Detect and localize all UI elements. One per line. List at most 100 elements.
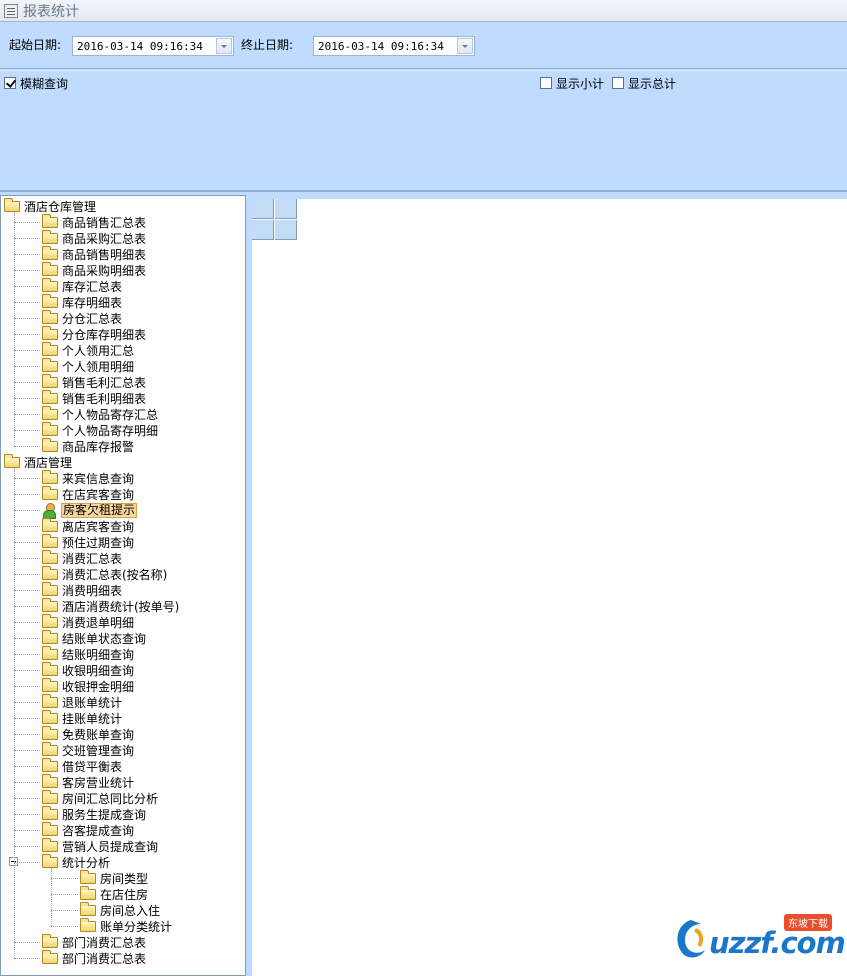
tree-item[interactable]: 库存明细表 [42,293,123,310]
tree-item[interactable]: 个人领用明细 [42,357,135,374]
tree-item[interactable]: 借贷平衡表 [42,757,123,774]
start-date-picker[interactable]: 2016-03-14 09:16:34 [72,36,234,56]
show-total-checkbox[interactable]: 显示总计 [612,76,676,91]
tree-connector [51,910,78,911]
tree-item-label: 统计分析 [62,855,111,870]
tree-item-label: 消费明细表 [62,583,123,598]
tree-item[interactable]: 营销人员提成查询 [42,837,159,854]
chevron-down-icon[interactable] [457,38,473,54]
grid-row-header-cell[interactable] [252,220,274,240]
tree-item[interactable]: 消费汇总表 [42,549,123,566]
tree-item[interactable]: 商品销售汇总表 [42,213,147,230]
tree-item[interactable]: 房间类型 [80,869,149,886]
tree-connector [14,398,40,399]
tree-connector [14,846,40,847]
tree-item[interactable]: 房间总入住 [80,901,161,918]
folder-icon [42,517,58,532]
tree-connector [14,638,40,639]
tree-item[interactable]: 商品销售明细表 [42,245,147,262]
tree-item[interactable]: 在店宾客查询 [42,485,135,502]
tree-group-node[interactable]: 统计分析 [42,853,111,870]
tree-item[interactable]: 账单分类统计 [80,917,173,934]
tree-item-label: 分仓汇总表 [62,311,123,326]
tree-item[interactable]: 销售毛利汇总表 [42,373,147,390]
tree-connector [14,222,40,223]
tree-item[interactable]: 结账单状态查询 [42,629,147,646]
tree-item[interactable]: 来宾信息查询 [42,469,135,486]
tree-connector [14,686,40,687]
folder-icon [42,789,58,804]
folder-icon [42,661,58,676]
grid-header-cell[interactable] [275,199,297,219]
folder-icon [80,901,96,916]
tree-item-label: 库存汇总表 [62,279,123,294]
tree-item[interactable]: 消费汇总表(按名称) [42,565,168,582]
checkbox-icon[interactable] [540,77,552,89]
tree-item[interactable]: 挂账单统计 [42,709,123,726]
tree-item-label: 商品采购明细表 [62,263,147,278]
tree-item-label: 房间总入住 [100,903,161,918]
tree-item[interactable]: 消费退单明细 [42,613,135,630]
tree-item[interactable]: 个人物品寄存汇总 [42,405,159,422]
tree-connector [14,350,40,351]
tree-item-label: 库存明细表 [62,295,123,310]
tree-item[interactable]: 交班管理查询 [42,741,135,758]
tree-item[interactable]: 客房营业统计 [42,773,135,790]
tree-item[interactable]: 个人领用汇总 [42,341,135,358]
tree-item[interactable]: 部门消费汇总表 [42,949,147,966]
tree-item[interactable]: 部门消费汇总表 [42,933,147,950]
tree-connector [14,446,40,447]
tree-item-label: 账单分类统计 [100,919,173,934]
tree-item[interactable]: 销售毛利明细表 [42,389,147,406]
tree-item[interactable]: 商品采购明细表 [42,261,147,278]
tree-item[interactable]: 商品库存报警 [42,437,135,454]
tree-item[interactable]: 分仓库存明细表 [42,325,147,342]
tree-connector [14,238,40,239]
tree-connector [14,606,40,607]
tree-connector [51,878,78,879]
tree-item[interactable]: 库存汇总表 [42,277,123,294]
tree-connector [14,830,40,831]
tree-item[interactable]: 免费账单查询 [42,725,135,742]
checkbox-icon[interactable] [612,77,624,89]
report-grid[interactable] [248,195,847,976]
tree-item[interactable]: 退账单统计 [42,693,123,710]
report-window-icon [4,3,18,18]
tree-item[interactable]: 收银押金明细 [42,677,135,694]
checkbox-checked-icon[interactable] [4,77,16,89]
report-tree[interactable]: 酒店仓库管理 商品销售汇总表 商品采购汇总表 商品销售明细表 商品采购明细表 库存汇总表库… [0,195,246,976]
tree-item[interactable]: 服务生提成查询 [42,805,147,822]
tree-item[interactable]: 结账明细查询 [42,645,135,662]
grid-cell[interactable] [275,220,297,240]
tree-item-label: 收银明细查询 [62,663,135,678]
tree-item[interactable]: 个人物品寄存明细 [42,421,159,438]
tree-item-label: 预住过期查询 [62,535,135,550]
tree-item[interactable]: 咨客提成查询 [42,821,135,838]
tree-item-label: 咨客提成查询 [62,823,135,838]
folder-icon [42,645,58,660]
tree-item-label: 收银押金明细 [62,679,135,694]
folder-icon [80,917,96,932]
tree-item[interactable]: 酒店消费统计(按单号) [42,597,180,614]
end-date-picker[interactable]: 2016-03-14 09:16:34 [313,36,475,56]
tree-item-label: 商品采购汇总表 [62,231,147,246]
tree-item-label: 来宾信息查询 [62,471,135,486]
fuzzy-query-checkbox[interactable]: 模糊查询 [4,76,68,91]
tree-item[interactable]: 消费明细表 [42,581,123,598]
chevron-down-icon[interactable] [216,38,232,54]
show-subtotal-checkbox[interactable]: 显示小计 [540,76,604,91]
tree-item-label: 酒店消费统计(按单号) [62,599,180,614]
tree-item[interactable]: 离店宾客查询 [42,517,135,534]
tree-item[interactable]: 房客欠租提示 [42,502,138,519]
folder-icon [42,533,58,548]
tree-item[interactable]: 分仓汇总表 [42,309,123,326]
tree-group-node[interactable]: 酒店仓库管理 [4,197,97,214]
tree-connector [14,590,40,591]
tree-item[interactable]: 收银明细查询 [42,661,135,678]
tree-connector [14,510,40,511]
folder-icon [4,197,20,212]
tree-item[interactable]: 商品采购汇总表 [42,229,147,246]
tree-item[interactable]: 预住过期查询 [42,533,135,550]
tree-item[interactable]: 房间汇总同比分析 [42,789,159,806]
tree-item[interactable]: 在店住房 [80,885,149,902]
